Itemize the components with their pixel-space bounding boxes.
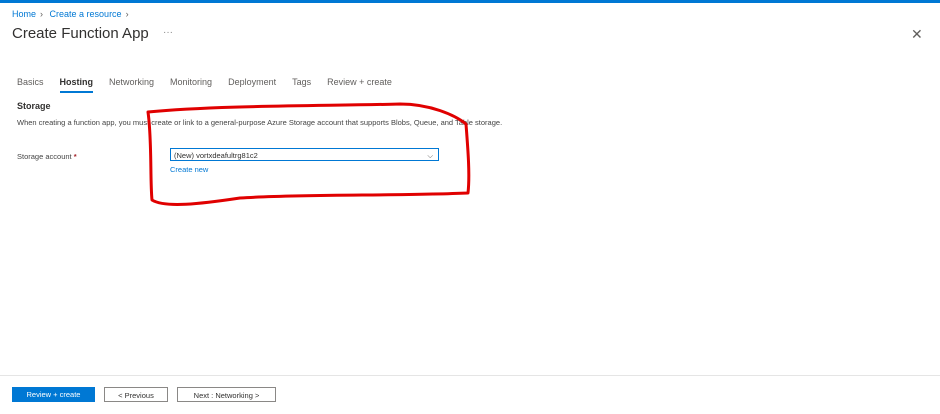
next-networking-button[interactable]: Next : Networking > xyxy=(177,387,276,402)
review-create-button[interactable]: Review + create xyxy=(12,387,95,402)
previous-button[interactable]: < Previous xyxy=(104,387,168,402)
red-annotation-outline xyxy=(146,102,471,206)
footer-divider xyxy=(0,375,940,376)
